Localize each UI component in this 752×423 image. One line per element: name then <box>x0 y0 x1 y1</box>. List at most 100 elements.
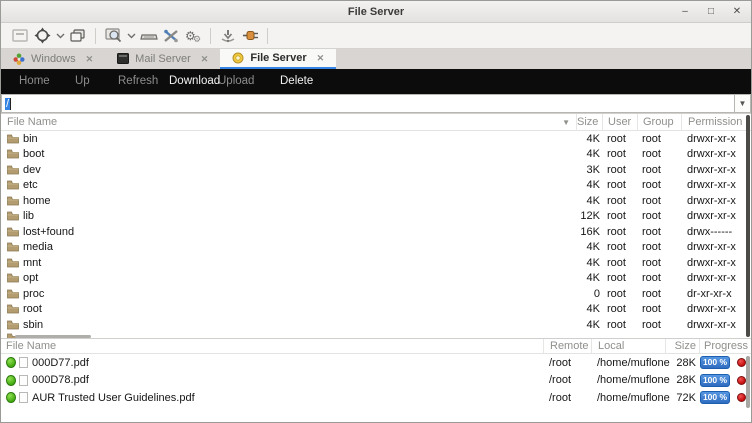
column-header-remote[interactable]: Remote <box>543 339 591 354</box>
file-document-icon <box>19 375 28 386</box>
file-row[interactable]: sbin 4K root root drwxr-xr-x <box>1 317 751 333</box>
menubar-item[interactable]: Home <box>19 69 50 94</box>
column-header-user[interactable]: User <box>602 114 637 131</box>
transfer-queue-pane: File Name Remote Local Size Progress 000… <box>1 338 751 423</box>
tab-label: File Server <box>250 52 306 64</box>
file-list-pane: File Name ▼ Size User Group Permission b… <box>1 114 751 338</box>
remote-menubar: Home Up Refresh DownloadUpload Delete <box>1 69 751 94</box>
toolbar-separator <box>210 28 211 44</box>
fullscreen-icon[interactable] <box>9 26 31 46</box>
progress-bar: 100 % <box>700 374 730 387</box>
sort-descending-icon: ▼ <box>562 118 570 127</box>
folder-icon <box>7 149 19 159</box>
text-caret <box>10 98 11 110</box>
minimize-button[interactable]: – <box>679 1 691 23</box>
chevron-down-icon[interactable] <box>53 26 67 46</box>
folder-icon <box>7 304 19 314</box>
addressbar: / ▼ <box>1 94 751 114</box>
transfer-row[interactable]: AUR Trusted User Guidelines.pdf /root /h… <box>1 389 751 407</box>
file-row[interactable]: lib 12K root root drwxr-xr-x <box>1 209 751 225</box>
file-row[interactable]: opt 4K root root drwxr-xr-x <box>1 271 751 287</box>
file-row[interactable]: root 4K root root drwxr-xr-x <box>1 302 751 318</box>
preferences-gears-icon[interactable]: ⚙⚙ <box>182 26 204 46</box>
column-header-size[interactable]: Size <box>576 114 602 131</box>
chevron-down-icon[interactable] <box>124 26 138 46</box>
file-document-icon <box>19 357 28 368</box>
folder-icon <box>7 134 19 144</box>
tab-label: Mail Server <box>135 53 191 65</box>
file-list-rows: bin 4K root root drwxr-xr-x boot 4K root… <box>1 131 751 333</box>
resize-window-icon[interactable] <box>31 26 53 46</box>
svg-text:⚙: ⚙ <box>193 35 201 43</box>
path-dropdown-button[interactable]: ▼ <box>734 94 751 113</box>
file-list-header: File Name ▼ Size User Group Permission <box>1 114 751 131</box>
close-button[interactable]: ✕ <box>731 1 743 23</box>
column-header-local[interactable]: Local <box>591 339 665 354</box>
window-controls: – □ ✕ <box>679 1 743 23</box>
column-header-progress[interactable]: Progress <box>699 339 731 354</box>
tab-mail-server[interactable]: Mail Server ✕ <box>105 49 220 69</box>
tab-close-icon[interactable]: ✕ <box>317 53 325 64</box>
file-row[interactable]: mnt 4K root root drwxr-xr-x <box>1 255 751 271</box>
rdp-pinwheel-icon <box>13 53 25 65</box>
tab-close-icon[interactable]: ✕ <box>201 54 209 65</box>
file-row[interactable]: proc 0 root root dr-xr-xr-x <box>1 286 751 302</box>
menubar-item[interactable]: Download <box>169 69 220 94</box>
file-row[interactable]: home 4K root root drwxr-xr-x <box>1 193 751 209</box>
file-row[interactable]: lost+found 16K root root drwx------ <box>1 224 751 240</box>
menubar-item[interactable]: Delete <box>280 69 313 94</box>
stop-status-icon <box>737 376 746 385</box>
folder-icon <box>7 180 19 190</box>
transfer-scrollbar[interactable] <box>746 356 750 408</box>
transfer-row[interactable]: 000D77.pdf /root /home/muflone 28K 100 % <box>1 354 751 372</box>
file-row[interactable]: media 4K root root drwxr-xr-x <box>1 240 751 256</box>
folder-icon <box>7 196 19 206</box>
menubar-item[interactable]: Refresh <box>118 69 158 94</box>
folder-icon <box>7 320 19 330</box>
sftp-coin-icon <box>232 52 244 64</box>
file-document-icon <box>19 392 28 403</box>
column-header-size[interactable]: Size <box>665 339 699 354</box>
disconnect-plug-icon[interactable] <box>239 26 261 46</box>
toolbar-separator <box>95 28 96 44</box>
tab-close-icon[interactable]: ✕ <box>86 54 94 65</box>
tab-label: Windows <box>31 53 76 65</box>
file-list-scrollbar[interactable] <box>746 115 750 337</box>
transfer-row[interactable]: 000D78.pdf /root /home/muflone 28K 100 % <box>1 372 751 390</box>
folder-icon <box>7 211 19 221</box>
column-header-group[interactable]: Group <box>637 114 681 131</box>
terminal-icon <box>117 53 129 65</box>
column-header-permission[interactable]: Permission <box>681 114 751 131</box>
toolbar-separator <box>267 28 268 44</box>
path-input[interactable]: / <box>1 94 734 113</box>
window-title: File Server <box>348 6 404 18</box>
maximize-button[interactable]: □ <box>705 1 717 23</box>
folder-icon <box>7 227 19 237</box>
menubar-item[interactable]: Up <box>75 69 90 94</box>
stop-status-icon <box>737 393 746 402</box>
file-row[interactable]: boot 4K root root drwxr-xr-x <box>1 147 751 163</box>
transfer-rows: 000D77.pdf /root /home/muflone 28K 100 % <box>1 354 751 407</box>
folder-icon <box>7 165 19 175</box>
duplicate-connection-icon[interactable] <box>67 26 89 46</box>
column-header-filename[interactable]: File Name <box>1 340 543 352</box>
transfer-header: File Name Remote Local Size Progress <box>1 339 751 354</box>
screenshot-icon[interactable] <box>217 26 239 46</box>
tools-icon[interactable] <box>160 26 182 46</box>
tab-windows[interactable]: Windows ✕ <box>1 49 105 69</box>
folder-icon <box>7 289 19 299</box>
stop-status-icon <box>737 358 746 367</box>
folder-icon <box>7 258 19 268</box>
remmina-window: File Server – □ ✕ <box>0 0 752 423</box>
progress-bar: 100 % <box>700 391 730 404</box>
transfer-complete-led-icon <box>6 375 16 386</box>
file-row[interactable]: dev 3K root root drwxr-xr-x <box>1 162 751 178</box>
file-row[interactable]: bin 4K root root drwxr-xr-x <box>1 131 751 147</box>
transfer-complete-led-icon <box>6 392 16 403</box>
keyboard-grab-icon[interactable] <box>138 26 160 46</box>
tab-file-server[interactable]: File Server ✕ <box>220 49 336 69</box>
file-row[interactable]: etc 4K root root drwxr-xr-x <box>1 178 751 194</box>
scaled-mode-icon[interactable] <box>102 26 124 46</box>
column-header-filename[interactable]: File Name ▼ <box>1 116 576 128</box>
menubar-item[interactable]: Upload <box>218 69 254 94</box>
